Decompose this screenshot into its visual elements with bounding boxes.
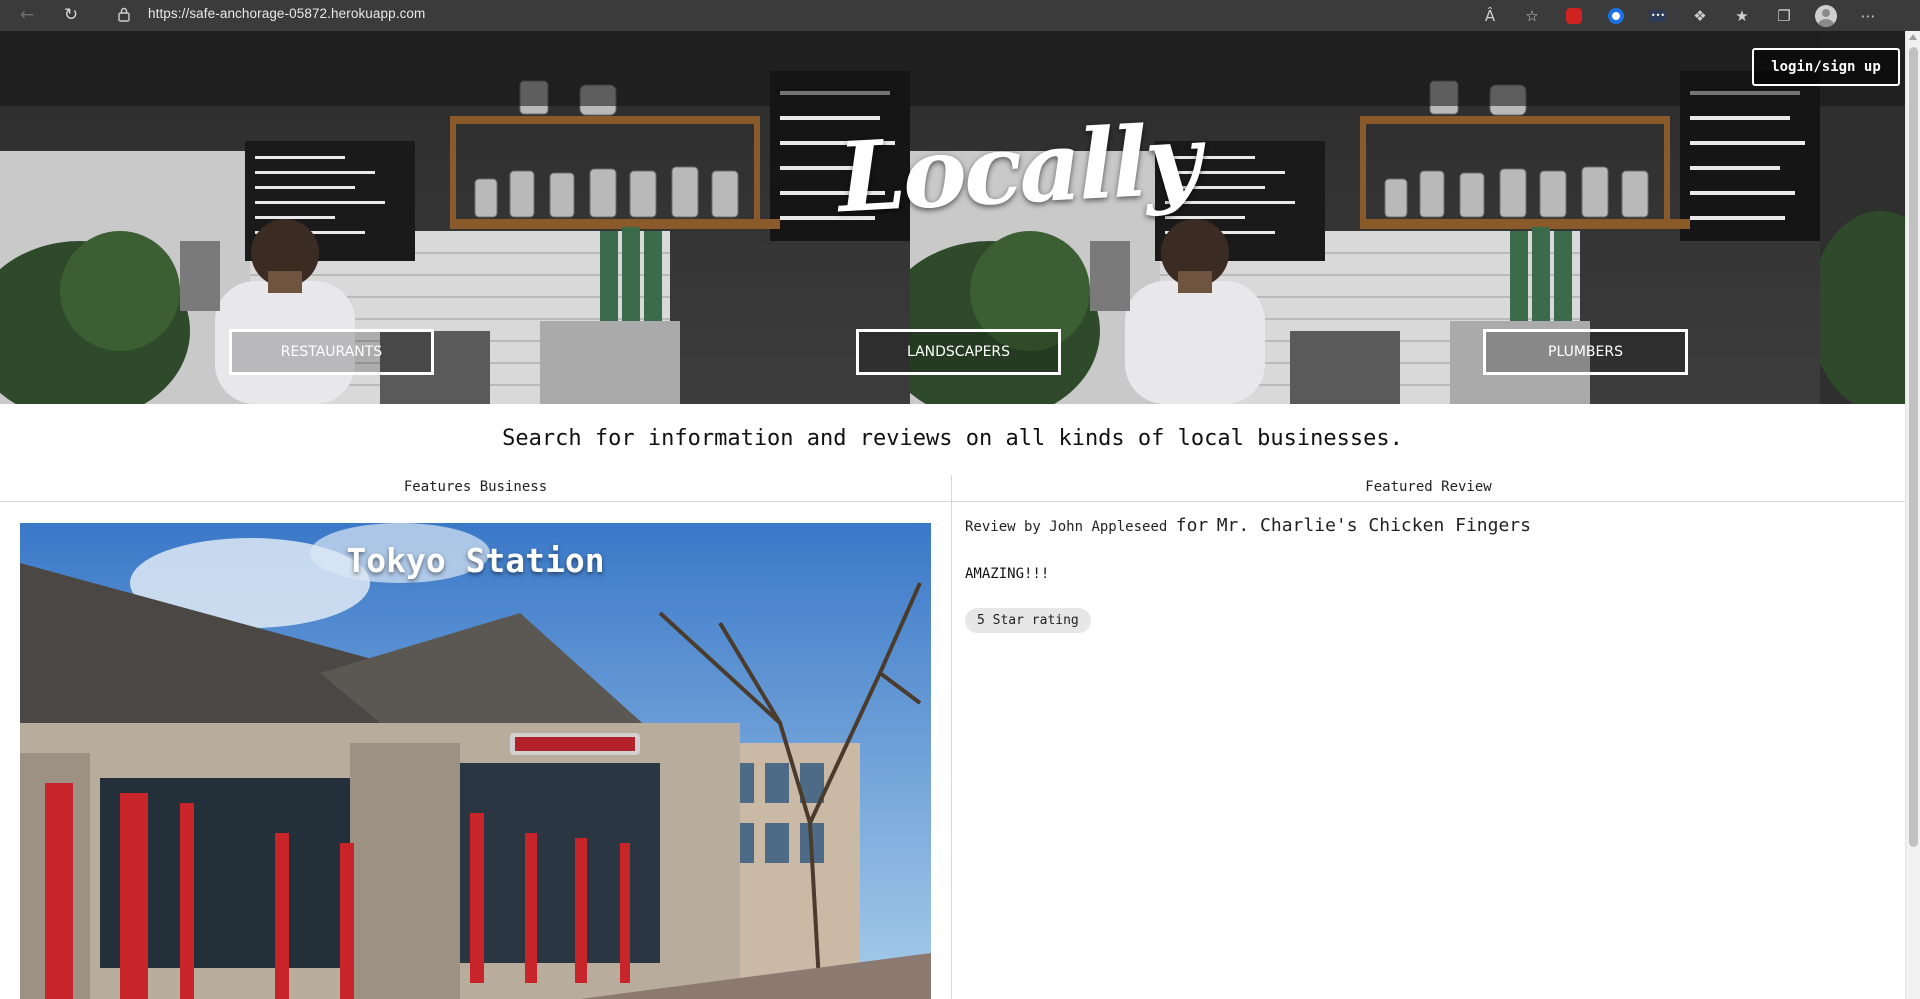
page-scrollbar[interactable] (1905, 31, 1920, 999)
more-menu-icon[interactable]: ⋯ (1856, 4, 1880, 28)
address-bar-url[interactable]: https://safe-anchorage-05872.herokuapp.c… (148, 6, 425, 21)
rating-badge: 5 Star rating (965, 608, 1091, 633)
lock-icon (118, 7, 130, 22)
category-landscapers-button[interactable]: LANDSCAPERS (856, 329, 1061, 375)
site-logo[interactable]: Locally (835, 103, 1200, 235)
featured-business-card[interactable]: Tokyo Station (20, 523, 931, 999)
dark-extension-icon[interactable]: ••• (1646, 4, 1670, 28)
favorites-icon[interactable]: ★ (1730, 4, 1754, 28)
featured-section: Features Business Featured Review Tokyo … (0, 475, 1905, 999)
favorite-add-icon[interactable]: ☆ (1520, 4, 1544, 28)
reviewed-business-name[interactable]: Mr. Charlie's Chicken Fingers (1217, 515, 1531, 536)
featured-business-heading: Features Business (403, 479, 548, 495)
hero-cafe-photo (0, 31, 910, 404)
back-icon[interactable]: ← (16, 4, 38, 26)
category-plumbers-button[interactable]: PLUMBERS (1483, 329, 1688, 375)
scroll-up-arrow-icon[interactable] (1909, 34, 1917, 40)
featured-review-card: Review by John Appleseed for Mr. Charlie… (965, 515, 1531, 633)
section-divider (0, 501, 1905, 502)
review-header: Review by John Appleseed for Mr. Charlie… (965, 515, 1531, 536)
category-restaurants-button[interactable]: RESTAURANTS (229, 329, 434, 375)
extensions-puzzle-icon[interactable]: ❖ (1688, 4, 1712, 28)
page-tagline: Search for information and reviews on al… (502, 426, 1403, 451)
profile-avatar-icon[interactable] (1814, 4, 1838, 28)
blue-extension-icon[interactable] (1604, 4, 1628, 28)
read-aloud-icon[interactable]: Â (1478, 4, 1502, 28)
hero-cafe-photo (1820, 31, 1905, 404)
review-by-label: Review by (965, 519, 1041, 535)
browser-toolbar: ← ↻ https://safe-anchorage-05872.herokua… (0, 0, 1920, 31)
review-body: AMAZING!!! (965, 566, 1050, 582)
collections-icon[interactable]: ❐ (1772, 4, 1796, 28)
browser-extension-toolbar: Â ☆ ••• ❖ ★ ❐ ⋯ (1478, 3, 1880, 28)
scroll-thumb[interactable] (1909, 47, 1918, 847)
review-for-label: for (1175, 515, 1209, 536)
red-extension-icon[interactable] (1562, 4, 1586, 28)
featured-review-heading: Featured Review (1365, 479, 1492, 495)
featured-business-name[interactable]: Tokyo Station (20, 541, 931, 580)
login-signup-button[interactable]: login/sign up (1752, 48, 1900, 86)
reviewer-name[interactable]: John Appleseed (1049, 519, 1167, 535)
column-divider (951, 475, 952, 999)
reload-icon[interactable]: ↻ (60, 4, 82, 26)
